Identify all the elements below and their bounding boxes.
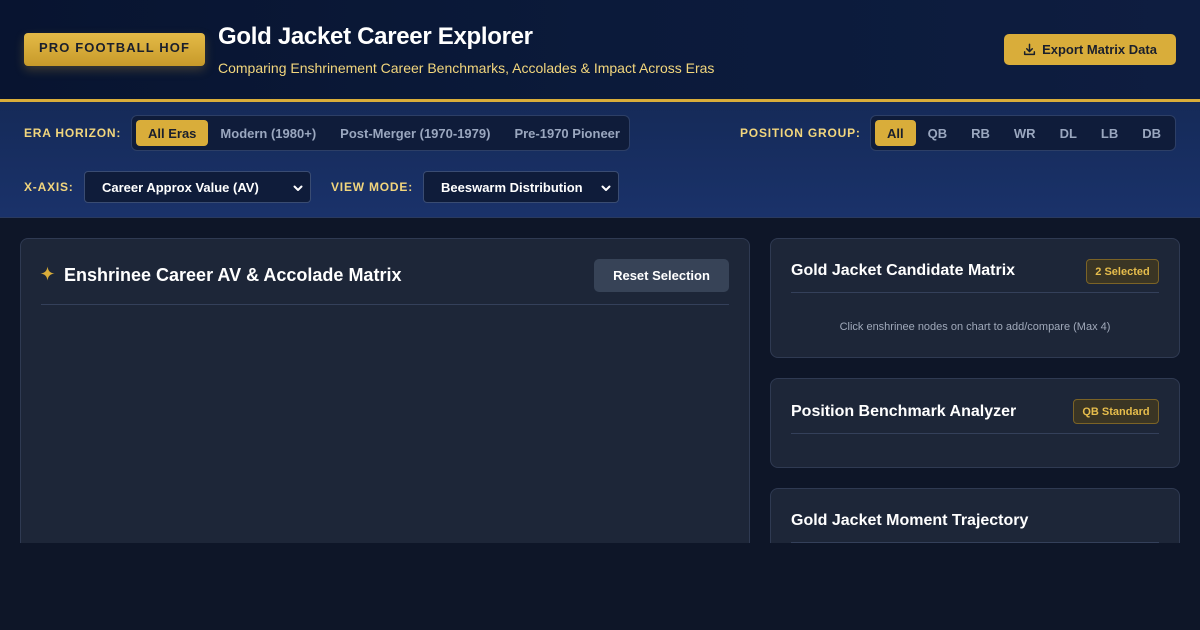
candidate-hint-text: Click enshrinee nodes on chart to add/co… (839, 321, 1111, 333)
filter-bar: ERA HORIZON: All Eras Modern (1980+) Pos… (0, 102, 1200, 218)
matrix-card: Enshrinee Career AV & Accolade Matrix Re… (20, 238, 750, 568)
matrix-card-title: Enshrinee Career AV & Accolade Matrix (64, 265, 402, 285)
position-option-rb[interactable]: RB (959, 120, 1002, 146)
card-divider (41, 304, 729, 305)
chevron-down-icon (600, 182, 612, 197)
page-subtitle: Comparing Enshrinement Career Benchmarks… (218, 60, 715, 76)
era-option-pre-1970[interactable]: Pre-1970 Pioneer (502, 120, 632, 146)
selected-count-badge: 2 Selected (1086, 259, 1159, 284)
app-header: PRO FOOTBALL HOF Gold Jacket Career Expl… (0, 0, 1200, 102)
position-option-lb[interactable]: LB (1089, 120, 1130, 146)
position-group-label: POSITION GROUP: (740, 126, 861, 140)
matrix-chart-area[interactable] (41, 309, 729, 549)
page-bottom-region (0, 543, 1200, 630)
trajectory-card-title: Gold Jacket Moment Trajectory (791, 512, 1029, 529)
x-axis-label: X-AXIS: (24, 180, 74, 194)
era-horizon-label: ERA HORIZON: (24, 126, 122, 140)
brand-badge: PRO FOOTBALL HOF (24, 33, 205, 66)
reset-selection-button[interactable]: Reset Selection (594, 259, 729, 292)
position-option-db[interactable]: DB (1130, 120, 1173, 146)
view-mode-select[interactable]: Beeswarm Distribution (423, 171, 619, 203)
export-button-label: Export Matrix Data (1042, 42, 1157, 57)
benchmark-card-title: Position Benchmark Analyzer (791, 403, 1017, 420)
x-axis-select[interactable]: Career Approx Value (AV) (84, 171, 311, 203)
era-segmented-control: All Eras Modern (1980+) Post-Merger (197… (131, 115, 630, 151)
candidate-matrix-card: Gold Jacket Candidate Matrix 2 Selected … (770, 238, 1180, 358)
position-option-dl[interactable]: DL (1048, 120, 1089, 146)
era-option-post-merger[interactable]: Post-Merger (1970-1979) (328, 120, 502, 146)
qb-standard-badge: QB Standard (1073, 399, 1159, 424)
position-option-all[interactable]: All (875, 120, 916, 146)
position-segmented-control: All QB RB WR DL LB DB (870, 115, 1176, 151)
view-mode-select-value: Beeswarm Distribution (441, 179, 583, 195)
page-title: Gold Jacket Career Explorer (218, 23, 533, 50)
era-option-all[interactable]: All Eras (136, 120, 209, 146)
x-axis-select-value: Career Approx Value (AV) (102, 179, 259, 195)
sparkle-icon (40, 265, 55, 286)
position-option-qb[interactable]: QB (916, 120, 960, 146)
candidate-card-title: Gold Jacket Candidate Matrix (791, 262, 1016, 279)
benchmark-card: Position Benchmark Analyzer QB Standard (770, 378, 1180, 468)
position-option-wr[interactable]: WR (1002, 120, 1048, 146)
card-divider (791, 433, 1159, 434)
export-matrix-button[interactable]: Export Matrix Data (1004, 34, 1176, 65)
era-option-modern[interactable]: Modern (1980+) (208, 120, 328, 146)
view-mode-label: VIEW MODE: (331, 180, 413, 194)
chevron-down-icon (292, 182, 304, 197)
card-divider (791, 292, 1159, 293)
download-icon (1023, 43, 1036, 56)
